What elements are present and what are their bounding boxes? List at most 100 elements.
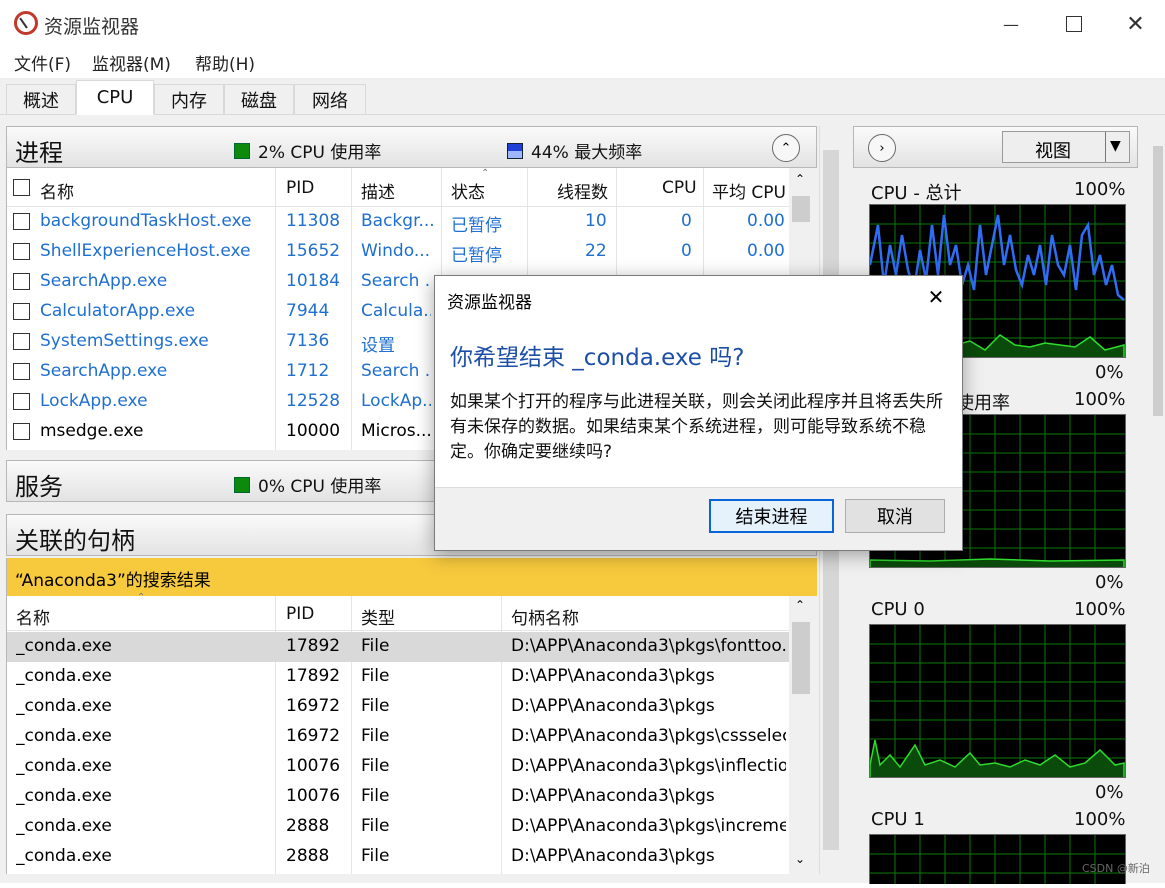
dropdown-arrow-icon: ▼ <box>1110 138 1121 154</box>
handle-process: _conda.exe <box>16 636 112 656</box>
graph-min: 0% <box>1095 572 1124 593</box>
cpu0-graph-svg <box>869 625 1125 777</box>
scroll-thumb[interactable] <box>792 196 810 222</box>
close-icon: ✕ <box>1126 11 1145 37</box>
tab-disk[interactable]: 磁盘 <box>224 84 294 114</box>
end-process-button[interactable]: 结束进程 <box>709 499 834 533</box>
handle-type: File <box>361 816 390 836</box>
end-process-dialog: 资源监视器 ✕ 你希望结束 _conda.exe 吗? 如果某个打开的程序与此进… <box>434 275 963 551</box>
handles-table: ⌃ 名称 PID 类型 句柄名称 _conda.exe 17892 File D… <box>6 592 790 874</box>
scroll-down-icon[interactable]: ⌄ <box>795 852 805 866</box>
handle-type: File <box>361 786 390 806</box>
scroll-up-icon[interactable]: ⌃ <box>795 172 805 186</box>
dialog-body: 如果某个打开的程序与此进程关联，则会关闭此程序并且将丢失所有未保存的数据。如果结… <box>450 392 943 462</box>
graphs-header: › 视图 ▼ <box>853 126 1138 168</box>
handle-process: _conda.exe <box>16 756 112 776</box>
scroll-thumb[interactable] <box>792 622 810 694</box>
tab-network[interactable]: 网络 <box>294 84 366 114</box>
close-button[interactable]: ✕ <box>1106 0 1165 48</box>
processes-header[interactable]: 进程 2% CPU 使用率 44% 最大频率 ⌃ <box>6 126 817 168</box>
handle-process: _conda.exe <box>16 816 112 836</box>
col-handle-pid[interactable]: PID <box>286 604 314 624</box>
handle-path: D:\APP\Anaconda3\pkgs <box>511 786 715 806</box>
row-checkbox[interactable] <box>13 393 30 410</box>
row-checkbox[interactable] <box>13 303 30 320</box>
table-row[interactable]: _conda.exe 17892 File D:\APP\Anaconda3\p… <box>7 662 790 692</box>
handle-type: File <box>361 636 390 656</box>
process-desc: Calcula... <box>361 301 431 321</box>
cancel-button[interactable]: 取消 <box>845 499 945 533</box>
row-checkbox[interactable] <box>13 333 30 350</box>
graph-max: 100% <box>1074 599 1126 620</box>
table-row[interactable]: _conda.exe 10076 File D:\APP\Anaconda3\p… <box>7 782 790 812</box>
max-freq-swatch <box>507 142 523 159</box>
row-checkbox[interactable] <box>13 243 30 260</box>
table-row[interactable]: ShellExperienceHost.exe 15652 Windo... 已… <box>7 237 790 267</box>
right-pane-scrollbar[interactable] <box>1150 126 1165 874</box>
table-row-selected[interactable]: _conda.exe 17892 File D:\APP\Anaconda3\p… <box>7 632 790 662</box>
scroll-up-icon[interactable]: ⌃ <box>795 598 805 612</box>
menu-help[interactable]: 帮助(H) <box>195 50 255 75</box>
col-handle-type[interactable]: 类型 <box>361 604 395 629</box>
col-desc[interactable]: 描述 <box>361 178 395 203</box>
table-row[interactable]: _conda.exe 2888 File D:\APP\Anaconda3\pk… <box>7 842 790 872</box>
col-threads[interactable]: 线程数 <box>557 178 608 203</box>
graph-max: 100% <box>1074 179 1126 200</box>
search-result-banner: “Anaconda3”的搜索结果 <box>6 558 817 596</box>
dialog-close-button[interactable]: ✕ <box>921 282 951 312</box>
process-desc: Backgr... <box>361 211 435 231</box>
menu-monitor[interactable]: 监视器(M) <box>92 50 171 75</box>
row-checkbox[interactable] <box>13 273 30 290</box>
expand-graphs-button[interactable]: › <box>868 134 896 162</box>
col-status[interactable]: 状态 <box>451 178 485 203</box>
col-handle-name[interactable]: 名称 <box>16 604 50 629</box>
col-pid[interactable]: PID <box>286 178 314 198</box>
row-checkbox[interactable] <box>13 213 30 230</box>
handle-pid: 16972 <box>286 696 341 716</box>
processes-title: 进程 <box>15 139 63 167</box>
handle-pid: 17892 <box>286 666 341 686</box>
col-handle-handle[interactable]: 句柄名称 <box>511 604 579 629</box>
services-title: 服务 <box>15 473 63 501</box>
table-row[interactable]: _conda.exe 16972 File D:\APP\Anaconda3\p… <box>7 692 790 722</box>
row-checkbox[interactable] <box>13 423 30 440</box>
handle-pid: 10076 <box>286 756 341 776</box>
view-label: 视图 <box>1035 141 1071 162</box>
tab-memory[interactable]: 内存 <box>154 84 224 114</box>
tab-cpu[interactable]: CPU <box>76 80 154 115</box>
table-row[interactable]: _conda.exe 10076 File D:\APP\Anaconda3\p… <box>7 752 790 782</box>
window-title: 资源监视器 <box>44 16 140 38</box>
process-pid: 7136 <box>286 331 330 351</box>
view-dropdown[interactable]: 视图 ▼ <box>1002 131 1130 163</box>
col-name[interactable]: 名称 <box>40 178 74 203</box>
table-row[interactable]: _conda.exe 16972 File D:\APP\Anaconda3\p… <box>7 722 790 752</box>
processes-max-freq: 44% 最大频率 <box>507 138 642 163</box>
col-avg-cpu[interactable]: 平均 CPU <box>712 178 786 203</box>
handle-process: _conda.exe <box>16 846 112 866</box>
process-name: backgroundTaskHost.exe <box>40 211 252 231</box>
graph-label: CPU 0 <box>871 599 925 620</box>
collapse-processes-button[interactable]: ⌃ <box>772 134 800 162</box>
table-row[interactable]: backgroundTaskHost.exe 11308 Backgr... 已… <box>7 207 790 237</box>
handle-path: D:\APP\Anaconda3\pkgs <box>511 846 715 866</box>
minimize-button[interactable]: — <box>980 0 1042 48</box>
graph-min: 0% <box>1095 782 1124 803</box>
process-threads: 10 <box>585 211 607 231</box>
col-cpu[interactable]: CPU <box>662 178 697 198</box>
process-cpu: 0 <box>681 241 692 261</box>
right-scroll-thumb[interactable] <box>1153 146 1163 416</box>
tab-overview[interactable]: 概述 <box>6 84 76 114</box>
handles-scrollbar[interactable]: ⌃ ⌄ <box>789 596 813 874</box>
handle-type: File <box>361 666 390 686</box>
menu-file[interactable]: 文件(F) <box>14 50 71 75</box>
process-desc: Search ... <box>361 361 431 381</box>
row-checkbox[interactable] <box>13 363 30 380</box>
process-name: SearchApp.exe <box>40 271 168 291</box>
maximize-button[interactable] <box>1043 0 1105 48</box>
process-avg-cpu: 0.00 <box>747 211 785 231</box>
handle-path: D:\APP\Anaconda3\pkgs\fonttoo... <box>511 636 786 656</box>
handle-type: File <box>361 846 390 866</box>
table-row[interactable]: _conda.exe 2888 File D:\APP\Anaconda3\pk… <box>7 812 790 842</box>
select-all-checkbox[interactable] <box>13 179 30 196</box>
process-name: CalculatorApp.exe <box>40 301 196 321</box>
